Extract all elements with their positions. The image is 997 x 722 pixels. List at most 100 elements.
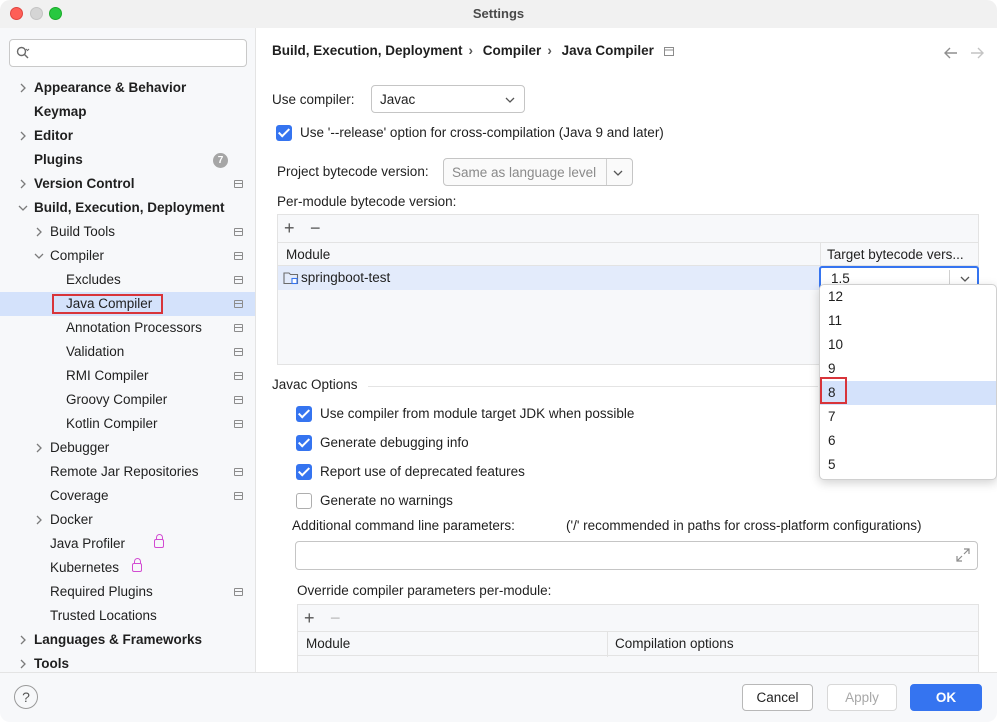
additional-params-input[interactable] [295, 541, 978, 570]
override-column-module[interactable]: Module [306, 636, 350, 651]
dropdown-option[interactable]: 11 [820, 309, 996, 333]
chevron-right-icon[interactable] [16, 172, 30, 196]
sidebar-item[interactable]: Coverage [0, 484, 255, 508]
sidebar-item-label: Kubernetes [50, 560, 120, 575]
release-option-checkbox[interactable] [276, 125, 292, 141]
sidebar-item[interactable]: Editor [0, 124, 255, 148]
breadcrumb-item[interactable]: Java Compiler [562, 43, 654, 58]
column-header-module[interactable]: Module [286, 247, 330, 262]
additional-params-label: Additional command line parameters: [292, 518, 515, 533]
dropdown-option[interactable]: 5 [820, 453, 996, 477]
page-icon [234, 468, 243, 476]
sidebar-item[interactable]: Groovy Compiler [0, 388, 255, 412]
cancel-button[interactable]: Cancel [742, 684, 813, 711]
settings-search-input[interactable] [9, 39, 247, 67]
breadcrumb-item[interactable]: Compiler [483, 43, 542, 58]
chevron-right-icon[interactable] [16, 76, 30, 100]
sidebar-item-label: Excludes [66, 272, 121, 287]
javac-option-checkbox[interactable] [296, 435, 312, 451]
sidebar-item[interactable]: Annotation Processors [0, 316, 255, 340]
chevron-down-icon[interactable] [16, 196, 30, 220]
lock-icon [132, 558, 142, 572]
sidebar-item[interactable]: Plugins 7 [0, 148, 255, 172]
add-override-button[interactable]: + [304, 609, 315, 627]
page-icon [234, 300, 243, 308]
sidebar-item[interactable]: Docker [0, 508, 255, 532]
breadcrumb-separator: › [468, 43, 474, 58]
arrow-left-icon[interactable] [944, 47, 958, 59]
sidebar-item[interactable]: Build, Execution, Deployment [0, 196, 255, 220]
sidebar-item[interactable]: Keymap [0, 100, 255, 124]
additional-params-hint: ('/' recommended in paths for cross-plat… [566, 518, 922, 533]
dropdown-option[interactable]: 10 [820, 333, 996, 357]
page-icon [234, 324, 243, 332]
javac-option-checkbox[interactable] [296, 464, 312, 480]
project-bytecode-value: Same as language level [452, 165, 597, 180]
option-8-highlight-box [820, 377, 847, 404]
chevron-down-icon [613, 170, 623, 176]
help-button[interactable]: ? [14, 685, 38, 709]
javac-option-label: Use compiler from module target JDK when… [320, 406, 635, 421]
page-icon [234, 492, 243, 500]
override-column-options[interactable]: Compilation options [615, 636, 734, 651]
add-module-button[interactable]: + [284, 219, 295, 237]
sidebar-item[interactable]: Languages & Frameworks [0, 628, 255, 652]
page-icon [234, 252, 243, 260]
apply-button[interactable]: Apply [827, 684, 897, 711]
dropdown-option[interactable]: 7 [820, 405, 996, 429]
sidebar-item[interactable]: Appearance & Behavior [0, 76, 255, 100]
javac-options-heading: Javac Options [272, 377, 358, 392]
chevron-down-icon[interactable] [32, 244, 46, 268]
sidebar-item[interactable]: Required Plugins [0, 580, 255, 604]
table-header: Module Target bytecode vers... [278, 242, 978, 267]
sidebar-item-label: Appearance & Behavior [34, 80, 187, 95]
sidebar-item[interactable]: Debugger [0, 436, 255, 460]
breadcrumb-separator: › [547, 43, 552, 58]
sidebar-item[interactable]: Remote Jar Repositories [0, 460, 255, 484]
sidebar-item-label: Required Plugins [50, 584, 153, 599]
dropdown-option[interactable]: 12 [820, 285, 996, 309]
page-icon [663, 46, 674, 56]
breadcrumb-item[interactable]: Build, Execution, Deployment [272, 43, 463, 58]
expand-icon[interactable] [956, 548, 970, 562]
sidebar-item-label: Compiler [50, 248, 105, 263]
sidebar-item[interactable]: Kubernetes [0, 556, 255, 580]
sidebar-item[interactable]: Build Tools [0, 220, 255, 244]
project-bytecode-select[interactable]: Same as language level [443, 158, 633, 186]
sidebar-item-label: Docker [50, 512, 93, 527]
sidebar-item[interactable]: Excludes [0, 268, 255, 292]
sidebar-item-label: Annotation Processors [66, 320, 202, 335]
release-option-label: Use '--release' option for cross-compila… [300, 125, 664, 140]
remove-override-button[interactable]: − [330, 609, 341, 627]
javac-option-checkbox[interactable] [296, 493, 312, 509]
sidebar-item-label: Editor [34, 128, 73, 143]
sidebar-item[interactable]: Kotlin Compiler [0, 412, 255, 436]
sidebar-item[interactable]: Java Profiler [0, 532, 255, 556]
sidebar-item[interactable]: RMI Compiler [0, 364, 255, 388]
use-compiler-select[interactable]: Javac [371, 85, 525, 113]
javac-option-checkbox[interactable] [296, 406, 312, 422]
ok-button[interactable]: OK [910, 684, 982, 711]
chevron-right-icon[interactable] [32, 436, 46, 460]
sidebar-item-label: Debugger [50, 440, 110, 455]
page-icon [234, 348, 243, 356]
chevron-right-icon[interactable] [32, 220, 46, 244]
chevron-right-icon[interactable] [32, 508, 46, 532]
sidebar-item-label: Java Profiler [50, 536, 126, 551]
remove-module-button[interactable]: − [310, 219, 321, 237]
sidebar-item[interactable]: Trusted Locations [0, 604, 255, 628]
column-header-target[interactable]: Target bytecode vers... [827, 247, 964, 262]
javac-separator [368, 386, 818, 387]
project-bytecode-label: Project bytecode version: [277, 164, 429, 179]
chevron-right-icon[interactable] [16, 124, 30, 148]
chevron-right-icon[interactable] [16, 628, 30, 652]
sidebar-item-label: Keymap [34, 104, 87, 119]
sidebar-item[interactable]: Validation [0, 340, 255, 364]
override-table-header: Module Compilation options [298, 631, 978, 657]
sidebar-item[interactable]: Version Control [0, 172, 255, 196]
sidebar-item-label: Validation [66, 344, 125, 359]
sidebar-item-label: Coverage [50, 488, 109, 503]
arrow-right-icon[interactable] [970, 47, 984, 59]
dropdown-option[interactable]: 6 [820, 429, 996, 453]
sidebar-item[interactable]: Compiler [0, 244, 255, 268]
